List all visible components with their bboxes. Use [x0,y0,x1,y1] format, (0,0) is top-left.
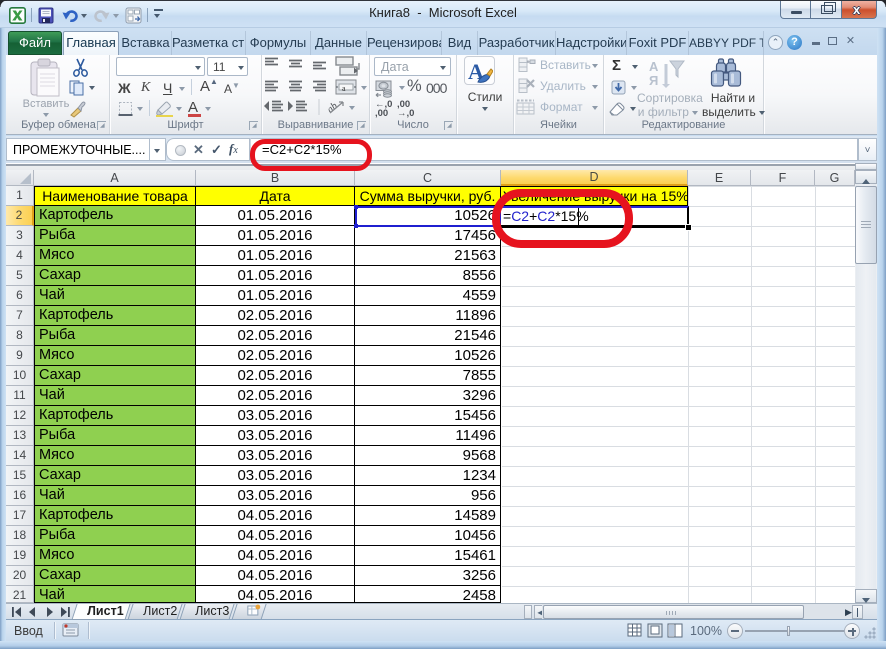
svg-text:a: a [342,84,346,93]
svg-text:А: А [649,59,659,74]
svg-text:Я: Я [649,73,658,88]
svg-text:ab: ab [325,101,340,116]
